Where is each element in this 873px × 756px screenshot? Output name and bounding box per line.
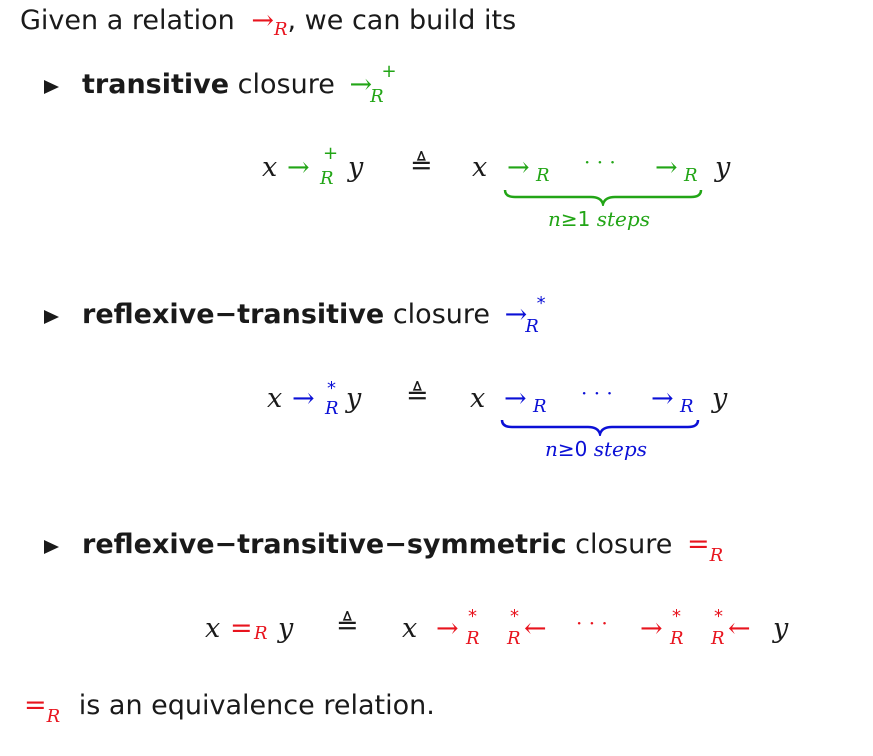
bullet-icon (44, 80, 59, 94)
closure-arrow: → (504, 299, 528, 330)
intro-text-before: Given a relation (20, 5, 235, 36)
closure-arrow: → (349, 69, 373, 100)
right-star-sup-2: * (672, 606, 681, 627)
left-star-sub-2: R (711, 628, 725, 649)
formula-lhs-y: y (346, 383, 362, 414)
closure-sub: R (709, 545, 724, 566)
formula-rhs-sub-1: R (533, 396, 547, 417)
formula-lhs-sup: + (323, 143, 339, 164)
defeq-symbol: ≜ (410, 150, 433, 181)
formula-lhs-sup: * (327, 378, 336, 399)
item-bold-term: reflexive−transitive−symmetric (82, 529, 567, 560)
formula-lhs-y: y (348, 152, 364, 183)
conclusion-text: is an equivalence relation. (78, 690, 435, 721)
formula-lhs-y: y (278, 613, 294, 644)
conclusion-eq: = (24, 690, 47, 721)
closure-sub: R (370, 86, 384, 107)
brace-steps: steps (593, 437, 647, 461)
left-star-arrow-2: ← (728, 613, 751, 644)
right-star-sup-1: * (468, 606, 477, 627)
formula-rhs-x: x (402, 613, 418, 644)
closure-sub: R (525, 316, 539, 337)
closure-symbol: → + R (349, 61, 396, 107)
relation-arrow-symbol: → (251, 5, 274, 36)
item-heading-reflexive-transitive: reflexive−transitive closure → * R (82, 293, 546, 337)
conclusion-line: =R is an equivalence relation. (24, 690, 435, 727)
bullet-icon (44, 310, 59, 324)
defeq-symbol: ≜ (336, 610, 359, 641)
left-star-sup-1: * (510, 606, 519, 627)
right-star-sub-1: R (466, 628, 480, 649)
brace-n: n (545, 437, 558, 461)
underbrace-icon (503, 189, 703, 206)
closure-sup: * (536, 293, 546, 314)
closure-eq: = (686, 529, 710, 560)
item-bold-term: reflexive−transitive (82, 299, 385, 330)
formula-lhs-sub: R (325, 398, 339, 419)
left-star-sub-1: R (507, 628, 521, 649)
defeq-symbol: ≜ (406, 380, 429, 411)
conclusion-sub: R (46, 706, 61, 727)
left-star-sup-2: * (714, 606, 723, 627)
formula-lhs-x: x (262, 152, 278, 183)
bullet-icon (44, 540, 59, 554)
right-star-arrow-1: → (436, 613, 459, 644)
formula-lhs-arrow: → (292, 383, 315, 414)
formula-dots: · · · (576, 611, 608, 635)
formula-lhs-sub: R (320, 168, 334, 189)
formula-rhs-sub-2: R (684, 165, 698, 186)
intro-text-after: , we can build its (287, 5, 517, 36)
formula-rhs-y: y (712, 383, 728, 414)
formula-lhs-sub: R (254, 623, 268, 644)
item-heading-reflexive-transitive-symmetric: reflexive−transitive−symmetric closure =… (82, 529, 723, 566)
item-heading-transitive: transitive closure → + R (82, 61, 397, 107)
formula-lhs-eq: = (230, 613, 253, 644)
formula-rhs-arrow-1: → (507, 152, 530, 183)
formula-rhs-x: x (470, 383, 486, 414)
brace-ge: ≥ (560, 207, 578, 231)
formula-lhs-arrow: → (287, 152, 310, 183)
formula-dots: · · · (581, 381, 613, 405)
formula-lhs-x: x (205, 613, 221, 644)
closure-symbol: =R (686, 529, 723, 566)
brace-num: 0 (574, 437, 588, 461)
closure-symbol: → * R (504, 293, 546, 337)
right-star-sub-2: R (670, 628, 684, 649)
brace-num: 1 (577, 207, 591, 231)
formula-rhs-arrow-2: → (651, 383, 674, 414)
item-bold-term: transitive (82, 69, 230, 100)
formula-rhs-arrow-1: → (504, 383, 527, 414)
formula-rhs-sub-1: R (536, 165, 550, 186)
item-closure-word: closure (575, 529, 673, 560)
underbrace-label: n≥0 steps (545, 437, 647, 461)
formula-lhs-x: x (267, 383, 283, 414)
brace-n: n (548, 207, 561, 231)
formula-rhs-sub-2: R (680, 396, 694, 417)
brace-steps: steps (596, 207, 650, 231)
relation-subscript: R (273, 19, 288, 40)
item-closure-word: closure (237, 69, 335, 100)
underbrace-icon (500, 419, 700, 436)
item-closure-word: closure (392, 299, 490, 330)
intro-line: Given a relation →R, we can build its (20, 5, 517, 40)
formula-rhs-y: y (773, 613, 789, 644)
formula-rhs-arrow-2: → (655, 152, 678, 183)
formula-dots: · · · (584, 150, 616, 174)
formula-rhs-x: x (472, 152, 488, 183)
brace-ge: ≥ (557, 437, 575, 461)
underbrace-label: n≥1 steps (548, 207, 650, 231)
closure-sup: + (381, 61, 397, 82)
formula-rhs-y: y (715, 152, 731, 183)
right-star-arrow-2: → (640, 613, 663, 644)
left-star-arrow-1: ← (524, 613, 547, 644)
